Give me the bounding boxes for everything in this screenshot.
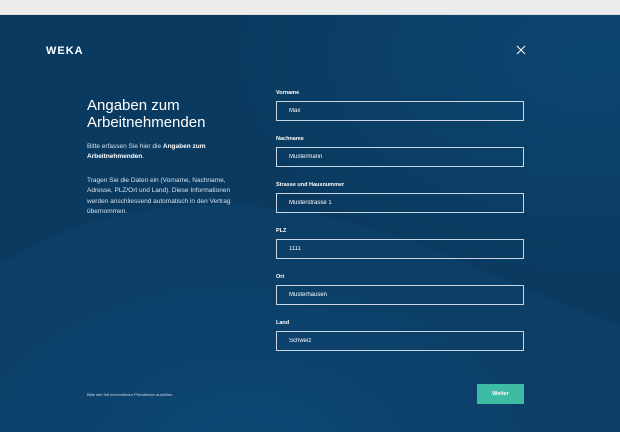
vorname-label: Vorname (276, 90, 300, 96)
ort-field[interactable] (276, 285, 524, 305)
close-icon[interactable] (515, 44, 527, 56)
intro-info: Tragen Sie die Daten ein (Vorname, Nachn… (87, 177, 231, 215)
weka-logo[interactable]: WEKA (46, 45, 84, 57)
plz-label: PLZ (276, 228, 287, 234)
required-fields-note: Bitte alle fett beschrifteten Pflichtfel… (87, 392, 174, 397)
land-field[interactable] (276, 331, 524, 351)
strasse-label: Strasse und Hausnummer (276, 182, 345, 188)
nachname-field[interactable] (276, 147, 524, 167)
strasse-field[interactable] (276, 193, 524, 213)
land-label: Land (276, 320, 290, 326)
intro-lead-suffix: . (142, 153, 145, 160)
modal-page (0, 15, 620, 432)
page-title: Angaben zum Arbeitnehmenden (87, 97, 206, 132)
vorname-field[interactable] (276, 101, 524, 121)
ort-label: Ort (276, 274, 285, 280)
browser-top-strip (0, 0, 620, 15)
nachname-label: Nachname (276, 136, 304, 142)
next-button[interactable]: Weiter (477, 384, 524, 404)
plz-field[interactable] (276, 239, 524, 259)
intro-lead: Bitte erfassen Sie hier die Angaben zum … (87, 142, 247, 162)
intro-lead-prefix: Bitte erfassen Sie hier die (87, 143, 163, 150)
